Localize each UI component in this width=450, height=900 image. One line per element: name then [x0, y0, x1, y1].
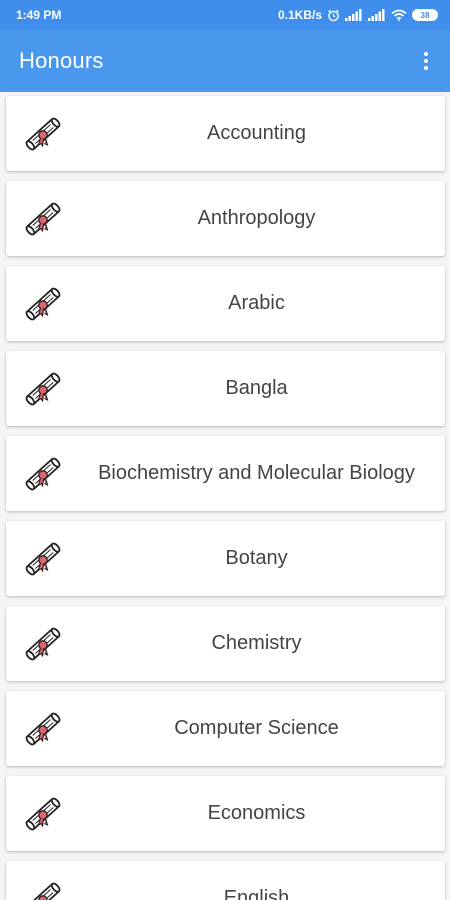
list-item-label: Economics	[207, 802, 306, 824]
list-item-label: English	[223, 887, 290, 900]
diploma-scroll-icon	[22, 709, 64, 749]
list-item-label: Bangla	[225, 377, 288, 399]
status-icons: 0.1KB/s 38	[278, 8, 438, 22]
network-speed: 0.1KB/s	[277, 8, 322, 22]
wifi-icon	[391, 9, 407, 21]
subject-list: Accounting Anthropology Arabic Bangla Bioche…	[0, 92, 450, 900]
list-item-label: Arabic	[228, 292, 285, 314]
status-time: 1:49 PM	[16, 8, 62, 22]
list-item-label: Biochemistry and Molecular Biology	[98, 462, 415, 484]
signal-icon	[368, 9, 385, 21]
list-item[interactable]: Arabic	[6, 266, 445, 341]
list-item[interactable]: English	[6, 861, 445, 900]
list-item-label: Accounting	[207, 122, 306, 144]
more-vert-icon[interactable]	[412, 41, 440, 81]
list-item[interactable]: Anthropology	[6, 181, 445, 256]
list-item[interactable]: Botany	[6, 521, 445, 596]
list-item[interactable]: Chemistry	[6, 606, 445, 681]
signal-icon	[345, 9, 362, 21]
status-bar: 1:49 PM 0.1KB/s 38	[0, 0, 450, 30]
list-item[interactable]: Economics	[6, 776, 445, 851]
diploma-scroll-icon	[22, 369, 64, 409]
diploma-scroll-icon	[22, 284, 64, 324]
diploma-scroll-icon	[22, 114, 64, 154]
alarm-icon	[328, 9, 339, 21]
diploma-scroll-icon	[22, 539, 64, 579]
list-item[interactable]: Computer Science	[6, 691, 445, 766]
list-item-label: Botany	[225, 547, 288, 569]
diploma-scroll-icon	[22, 879, 64, 900]
battery-icon: 38	[412, 9, 438, 21]
list-item[interactable]: Bangla	[6, 351, 445, 426]
diploma-scroll-icon	[22, 624, 64, 664]
list-item-label: Computer Science	[174, 717, 339, 739]
diploma-scroll-icon	[22, 794, 64, 834]
list-item-label: Anthropology	[197, 207, 316, 229]
list-item-label: Chemistry	[211, 632, 302, 654]
list-item[interactable]: Biochemistry and Molecular Biology	[6, 436, 445, 511]
diploma-scroll-icon	[22, 454, 64, 494]
list-item[interactable]: Accounting	[6, 96, 445, 171]
app-bar: Honours	[0, 30, 450, 92]
page-title: Honours	[19, 48, 104, 73]
diploma-scroll-icon	[22, 199, 64, 239]
